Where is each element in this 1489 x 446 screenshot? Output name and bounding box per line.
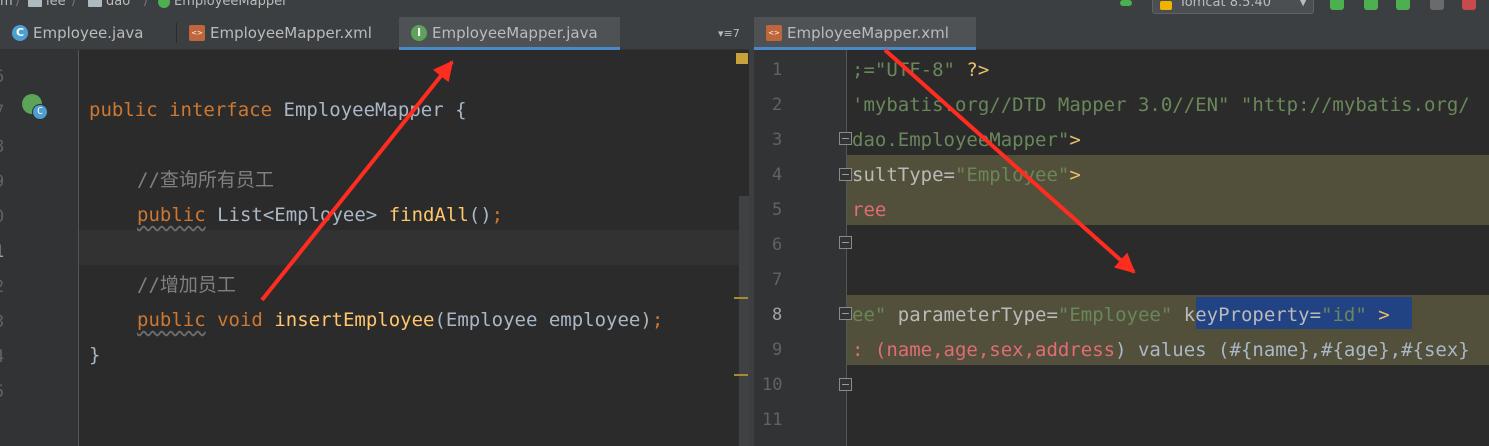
annotation-arrow-to-keyproperty bbox=[883, 48, 1136, 274]
annotation-arrow-to-tab bbox=[260, 60, 454, 302]
annotation-arrows bbox=[260, 48, 1136, 302]
